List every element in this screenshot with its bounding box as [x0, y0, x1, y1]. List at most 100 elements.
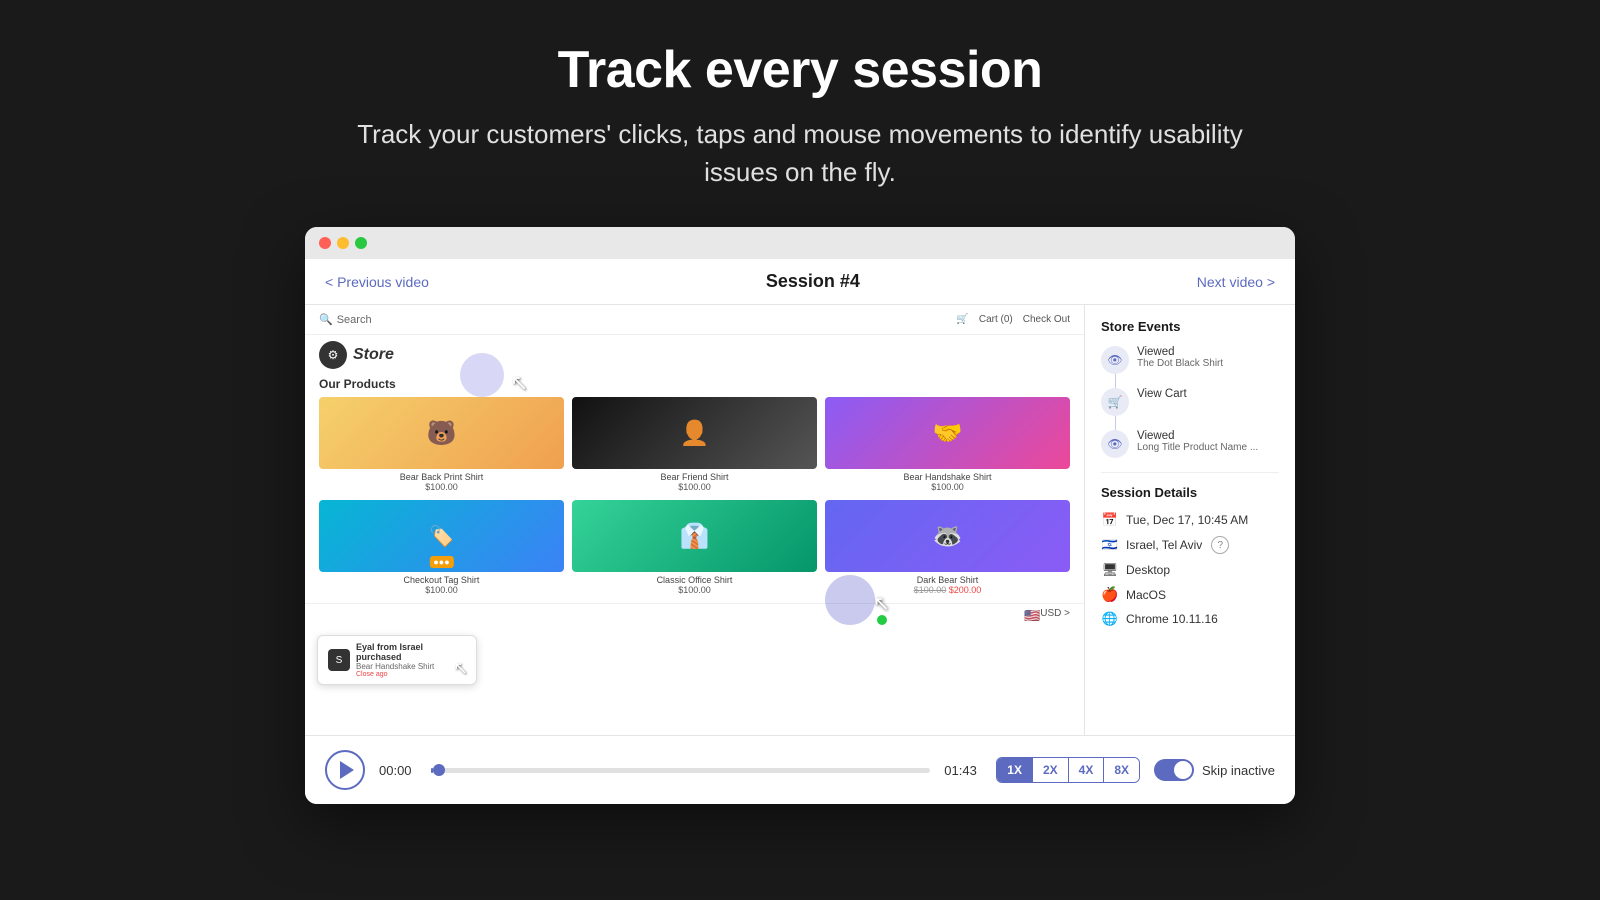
flag-il-icon: 🇮🇱 — [1101, 537, 1119, 553]
checkout-label[interactable]: Check Out — [1023, 314, 1070, 325]
detail-browser-text: Chrome 10.11.16 — [1126, 612, 1218, 626]
product-image-5: 🦝 — [825, 500, 1070, 572]
eye-icon-0: 👁 — [1107, 353, 1122, 367]
skip-inactive-control: Skip inactive — [1154, 759, 1275, 781]
skip-inactive-toggle[interactable] — [1154, 759, 1194, 781]
eye-icon-2: 👁 — [1107, 437, 1122, 451]
speed-2x-button[interactable]: 2X — [1033, 758, 1069, 782]
product-price-3: $100.00 — [425, 585, 458, 595]
event-item-0: 👁 Viewed The Dot Black Shirt — [1101, 346, 1279, 374]
cart-label[interactable]: Cart (0) — [979, 314, 1013, 325]
store-header: 🔍 Search 🛒 Cart (0) Check Out — [305, 305, 1084, 335]
detail-location: 🇮🇱 Israel, Tel Aviv ? — [1101, 536, 1279, 554]
event-label-0: Viewed — [1137, 346, 1223, 358]
event-icon-view-2: 👁 — [1101, 430, 1129, 458]
event-icon-cart: 🛒 — [1101, 388, 1129, 416]
product-image-2: 🤝 — [825, 397, 1070, 469]
event-text-1: View Cart — [1137, 388, 1187, 400]
page-title: Track every session — [558, 40, 1043, 100]
session-body: 🔍 Search 🛒 Cart (0) Check Out ⚙ Store ↖ — [305, 305, 1295, 735]
calendar-icon: 📅 — [1101, 512, 1119, 528]
store-logo-icon: ⚙ — [319, 341, 347, 369]
product-card-3[interactable]: 🏷️ ●●● Checkout Tag Shirt $100.00 — [319, 500, 564, 595]
event-text-2: Viewed Long Title Product Name ... — [1137, 430, 1258, 453]
time-current: 00:00 — [379, 763, 417, 778]
store-cart-nav: 🛒 Cart (0) Check Out — [956, 314, 1070, 325]
product-image-4: 👔 — [572, 500, 817, 572]
notification-product: Bear Handshake Shirt — [356, 662, 466, 671]
detail-device: 🖥 Desktop — [1101, 562, 1279, 578]
sidebar-divider — [1101, 472, 1279, 473]
store-search[interactable]: 🔍 Search — [319, 313, 372, 326]
notification-content: Eyal from Israel purchased Bear Handshak… — [356, 642, 466, 678]
product-name-2: Bear Handshake Shirt — [903, 472, 991, 482]
event-detail-2: Long Title Product Name ... — [1137, 442, 1258, 453]
product-image-3: 🏷️ ●●● — [319, 500, 564, 572]
apple-icon: 🍎 — [1101, 586, 1119, 603]
product-name-1: Bear Friend Shirt — [660, 472, 728, 482]
product-name-4: Classic Office Shirt — [657, 575, 733, 585]
session-nav: < Previous video Session #4 Next video > — [305, 259, 1295, 305]
prev-video-button[interactable]: < Previous video — [325, 274, 429, 290]
event-label-2: Viewed — [1137, 430, 1258, 442]
product-image-0: 🐻 — [319, 397, 564, 469]
products-title: Our Products — [305, 373, 1084, 397]
detail-date: 📅 Tue, Dec 17, 10:45 AM — [1101, 512, 1279, 528]
product-image-1: 👤 — [572, 397, 817, 469]
play-button[interactable] — [325, 750, 365, 790]
store-logo-text: Store — [353, 346, 394, 364]
product-name-5: Dark Bear Shirt — [917, 575, 979, 585]
product-card-2[interactable]: 🤝 Bear Handshake Shirt $100.00 — [825, 397, 1070, 492]
detail-location-text: Israel, Tel Aviv — [1126, 538, 1202, 552]
time-total: 01:43 — [944, 763, 982, 778]
price-new-5: $200.00 — [949, 585, 982, 595]
detail-os-text: MacOS — [1126, 588, 1166, 602]
search-placeholder-text: Search — [337, 314, 372, 326]
window-minimize-dot[interactable] — [337, 237, 349, 249]
next-video-button[interactable]: Next video > — [1197, 274, 1275, 290]
event-item-1: 🛒 View Cart — [1101, 388, 1279, 416]
cart-icon: 🛒 — [956, 314, 968, 325]
window-close-dot[interactable] — [319, 237, 331, 249]
flag-icon: 🇺🇸 — [1024, 608, 1040, 624]
speed-8x-button[interactable]: 8X — [1104, 758, 1139, 782]
window-maximize-dot[interactable] — [355, 237, 367, 249]
detail-os: 🍎 MacOS — [1101, 586, 1279, 603]
event-icon-view-0: 👁 — [1101, 346, 1129, 374]
product-price-5: $100.00 $200.00 — [914, 585, 982, 595]
detail-browser: 🌐 Chrome 10.11.16 — [1101, 611, 1279, 627]
browser-titlebar — [305, 227, 1295, 259]
progress-track[interactable] — [431, 768, 930, 773]
progress-thumb — [433, 764, 445, 776]
detail-device-text: Desktop — [1126, 563, 1170, 577]
session-details-title: Session Details — [1101, 485, 1279, 500]
usd-label: USD > — [1040, 608, 1070, 624]
help-icon[interactable]: ? — [1211, 536, 1229, 554]
event-item-2: 👁 Viewed Long Title Product Name ... — [1101, 430, 1279, 458]
product-card-1[interactable]: 👤 Bear Friend Shirt $100.00 — [572, 397, 817, 492]
detail-date-text: Tue, Dec 17, 10:45 AM — [1126, 513, 1248, 527]
toggle-knob — [1174, 761, 1192, 779]
product-price-1: $100.00 — [678, 482, 711, 492]
cart-icon-event: 🛒 — [1108, 395, 1123, 409]
product-card-0[interactable]: 🐻 Bear Back Print Shirt $100.00 — [319, 397, 564, 492]
speed-controls: 1X 2X 4X 8X — [996, 757, 1140, 783]
search-icon: 🔍 — [319, 313, 333, 326]
desktop-icon: 🖥 — [1101, 562, 1119, 578]
speed-4x-button[interactable]: 4X — [1069, 758, 1105, 782]
products-grid: 🐻 Bear Back Print Shirt $100.00 👤 Bear F… — [305, 397, 1084, 603]
usd-bar[interactable]: 🇺🇸 USD > — [305, 603, 1084, 628]
speed-1x-button[interactable]: 1X — [997, 758, 1033, 782]
product-price-2: $100.00 — [931, 482, 964, 492]
chrome-icon: 🌐 — [1101, 611, 1119, 627]
session-title: Session #4 — [766, 271, 860, 292]
product-price-0: $100.00 — [425, 482, 458, 492]
product-name-0: Bear Back Print Shirt — [400, 472, 484, 482]
product-card-4[interactable]: 👔 Classic Office Shirt $100.00 — [572, 500, 817, 595]
store-logo-area: ⚙ Store — [305, 335, 1084, 373]
browser-window: < Previous video Session #4 Next video >… — [305, 227, 1295, 804]
product-price-4: $100.00 — [678, 585, 711, 595]
hero-subtitle: Track your customers' clicks, taps and m… — [350, 116, 1250, 191]
playback-bar: 00:00 01:43 1X 2X 4X 8X Skip inactive — [305, 735, 1295, 804]
notification-store-icon: S — [328, 649, 350, 671]
